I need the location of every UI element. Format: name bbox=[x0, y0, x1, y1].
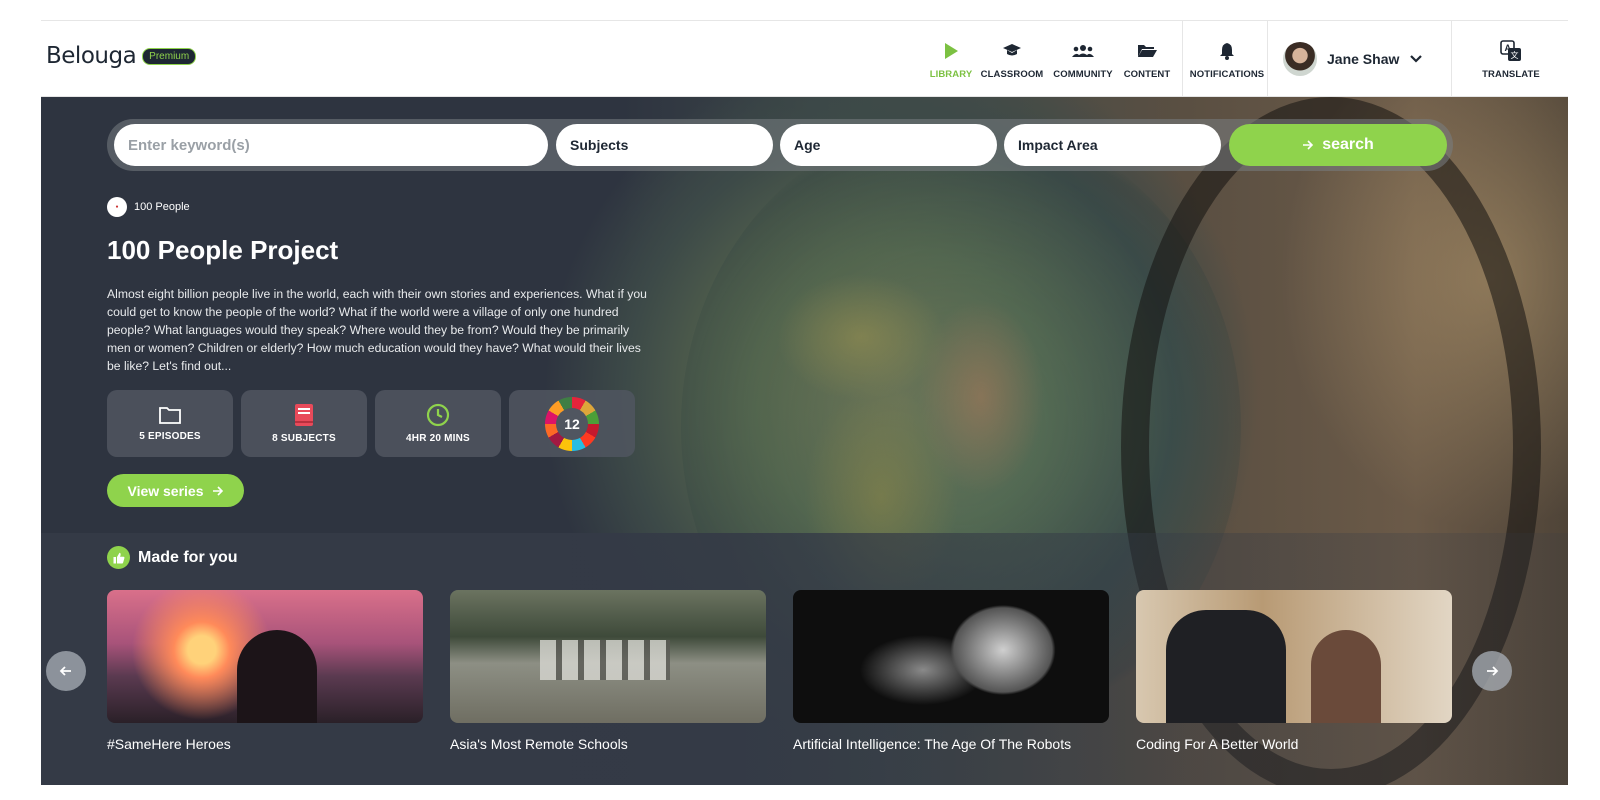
series-title: 100 People Project bbox=[107, 235, 339, 265]
content-card[interactable]: #SameHere Heroes bbox=[107, 590, 423, 752]
play-icon bbox=[943, 39, 959, 63]
stat-episodes: 5 EPISODES bbox=[107, 390, 233, 457]
keyword-search-input[interactable] bbox=[114, 124, 548, 166]
nav-community-label: COMMUNITY bbox=[1053, 68, 1113, 80]
hero-banner: Subjects Age Impact Area search ● 100 Pe… bbox=[41, 97, 1568, 785]
card-title[interactable]: Artificial Intelligence: The Age Of The … bbox=[793, 736, 1109, 752]
partner-name: 100 People bbox=[134, 201, 190, 213]
thumbs-up-icon bbox=[107, 546, 130, 569]
users-icon bbox=[1072, 39, 1094, 63]
card-title[interactable]: #SameHere Heroes bbox=[107, 736, 423, 752]
nav-classroom[interactable]: CLASSROOM bbox=[981, 21, 1043, 97]
translate-button[interactable]: A文 TRANSLATE bbox=[1461, 21, 1561, 97]
stat-subjects-label: 8 SUBJECTS bbox=[272, 433, 336, 444]
made-for-you-heading: Made for you bbox=[107, 546, 238, 569]
header-divider bbox=[1267, 21, 1268, 97]
arrow-left-icon bbox=[59, 666, 71, 676]
nav-library[interactable]: LIBRARY bbox=[921, 21, 981, 97]
logo-text: Belouga bbox=[46, 43, 137, 69]
user-menu[interactable]: Jane Shaw bbox=[1283, 21, 1423, 97]
logo[interactable]: Belouga Premium bbox=[46, 43, 197, 69]
clock-icon bbox=[426, 403, 450, 427]
subjects-dropdown[interactable]: Subjects bbox=[556, 124, 773, 166]
nav-notifications[interactable]: NOTIFICATIONS bbox=[1186, 21, 1268, 97]
content-card[interactable]: Asia's Most Remote Schools bbox=[450, 590, 766, 752]
carousel-next-button[interactable] bbox=[1472, 651, 1512, 691]
card-thumbnail[interactable] bbox=[1136, 590, 1452, 723]
bell-icon bbox=[1219, 39, 1235, 63]
nav-content-label: CONTENT bbox=[1123, 68, 1171, 80]
age-dropdown[interactable]: Age bbox=[780, 124, 997, 166]
sdg-count: 12 bbox=[556, 407, 588, 440]
header-divider bbox=[1451, 21, 1452, 97]
card-thumbnail[interactable] bbox=[450, 590, 766, 723]
translate-label: TRANSLATE bbox=[1482, 68, 1540, 80]
stat-sdg[interactable]: 12 bbox=[509, 390, 635, 457]
view-series-button[interactable]: View series bbox=[107, 474, 244, 507]
arrow-right-icon bbox=[1487, 666, 1499, 676]
stat-duration: 4HR 20 MINS bbox=[375, 390, 501, 457]
book-icon bbox=[295, 404, 313, 426]
nav-community[interactable]: COMMUNITY bbox=[1051, 21, 1115, 97]
card-title[interactable]: Asia's Most Remote Schools bbox=[450, 736, 766, 752]
folder-icon bbox=[159, 407, 181, 424]
sdg-wheel-icon: 12 bbox=[545, 396, 599, 451]
svg-text:文: 文 bbox=[1511, 50, 1519, 60]
card-thumbnail[interactable] bbox=[107, 590, 423, 723]
content-card[interactable]: Artificial Intelligence: The Age Of The … bbox=[793, 590, 1109, 752]
header-divider bbox=[1182, 21, 1183, 97]
card-thumbnail[interactable] bbox=[793, 590, 1109, 723]
search-button-label: search bbox=[1322, 136, 1374, 153]
graduation-cap-icon bbox=[1002, 39, 1022, 63]
series-partner[interactable]: ● 100 People bbox=[107, 197, 190, 217]
arrow-right-icon bbox=[212, 485, 223, 496]
stat-duration-label: 4HR 20 MINS bbox=[406, 433, 470, 444]
premium-badge: Premium bbox=[142, 47, 197, 65]
stat-episodes-label: 5 EPISODES bbox=[139, 431, 201, 442]
carousel-prev-button[interactable] bbox=[46, 651, 86, 691]
top-header: Belouga Premium LIBRARY CLASSROOM COMMUN… bbox=[41, 21, 1568, 97]
avatar bbox=[1283, 42, 1317, 76]
view-series-label: View series bbox=[127, 482, 204, 499]
stat-subjects: 8 SUBJECTS bbox=[241, 390, 367, 457]
partner-logo-icon: ● bbox=[107, 197, 127, 217]
nav-notifications-label: NOTIFICATIONS bbox=[1189, 68, 1265, 80]
user-name: Jane Shaw bbox=[1327, 51, 1400, 67]
nav-content[interactable]: CONTENT bbox=[1119, 21, 1175, 97]
app-frame: Belouga Premium LIBRARY CLASSROOM COMMUN… bbox=[41, 20, 1568, 785]
impact-area-dropdown[interactable]: Impact Area bbox=[1004, 124, 1221, 166]
content-card[interactable]: Coding For A Better World bbox=[1136, 590, 1452, 752]
search-button[interactable]: search bbox=[1229, 124, 1447, 166]
card-title[interactable]: Coding For A Better World bbox=[1136, 736, 1452, 752]
series-description: Almost eight billion people live in the … bbox=[107, 287, 647, 373]
nav-classroom-label: CLASSROOM bbox=[980, 68, 1044, 80]
arrow-right-icon bbox=[1303, 140, 1314, 150]
made-for-you-title: Made for you bbox=[138, 548, 238, 566]
translate-icon: A文 bbox=[1500, 39, 1522, 63]
chevron-down-icon bbox=[1410, 55, 1423, 63]
folder-open-icon bbox=[1137, 39, 1157, 63]
search-bar: Subjects Age Impact Area search bbox=[107, 119, 1453, 171]
nav-library-label: LIBRARY bbox=[929, 68, 973, 80]
